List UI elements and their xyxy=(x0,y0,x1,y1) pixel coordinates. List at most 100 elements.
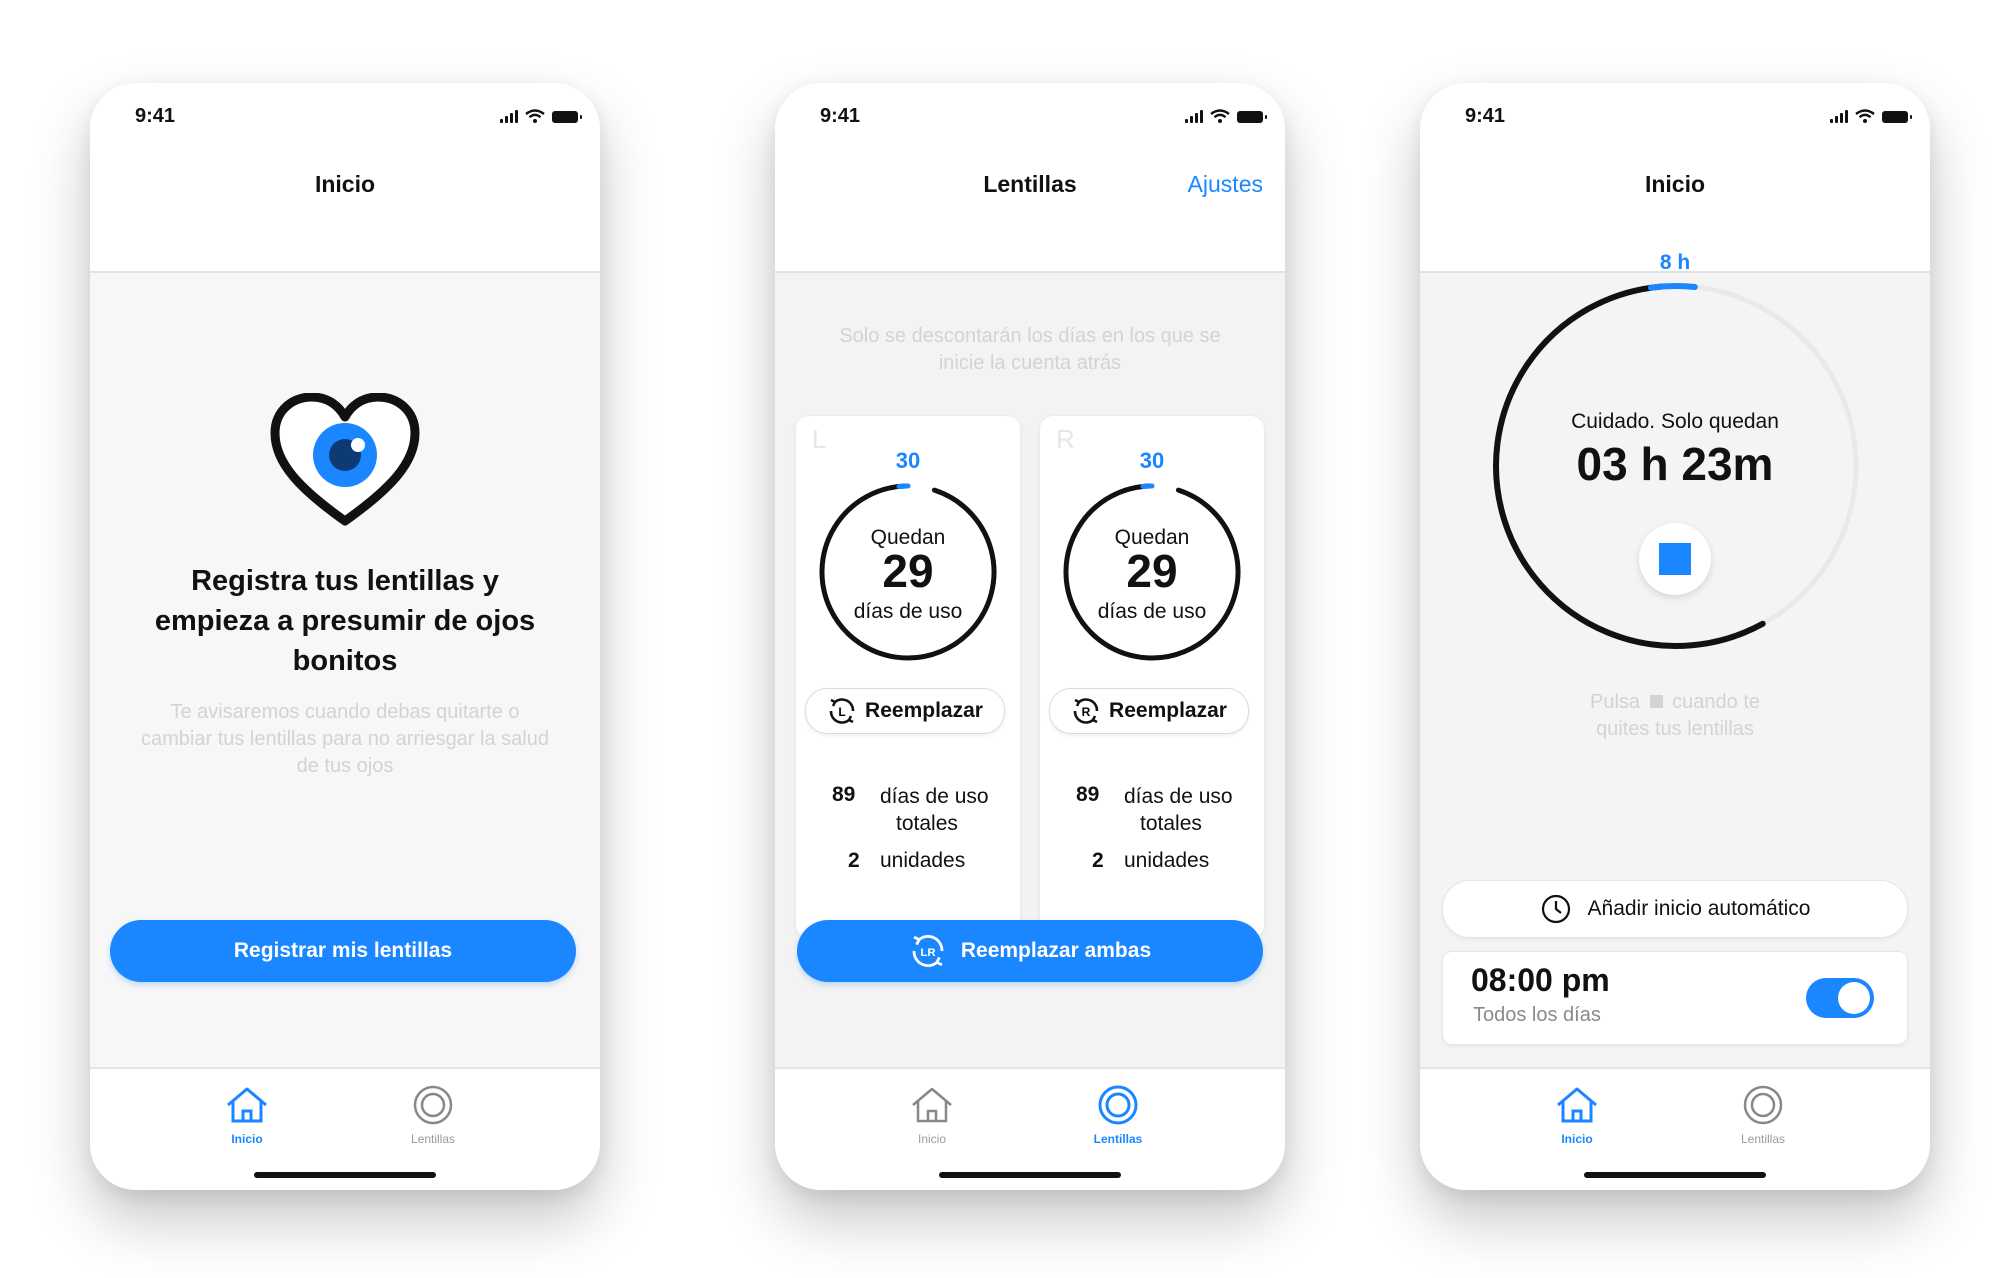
tab-home[interactable]: Inicio xyxy=(872,1085,992,1146)
usage-label-line: totales xyxy=(896,812,958,835)
alarm-toggle[interactable] xyxy=(1806,978,1874,1018)
tab-bar: Inicio Lentillas xyxy=(1420,1067,1930,1190)
clock-icon xyxy=(1541,894,1570,924)
alarm-row: 08:00 pm Todos los días xyxy=(1442,951,1908,1045)
tab-home[interactable]: Inicio xyxy=(1517,1085,1637,1146)
timer-max: 8 h xyxy=(1659,251,1691,274)
phone-screen-home-timer: 9:41 Inicio 8 h Cuidado. Solo quedan 03 … xyxy=(1420,83,1930,1190)
remaining-days: 29 xyxy=(1126,545,1178,597)
phone-screen-lenses: 9:41 Lentillas Ajustes Solo se descontar… xyxy=(775,83,1285,1190)
add-auto-start-button[interactable]: Añadir inicio automático xyxy=(1442,880,1908,938)
signal-icon xyxy=(1830,109,1848,123)
units-label: unidades xyxy=(1124,849,1210,872)
usage-count: 89 xyxy=(1076,783,1100,806)
subtitle-line: Te avisaremos cuando debas quitarte o xyxy=(170,701,520,723)
replace-both-label: Reemplazar ambas xyxy=(960,939,1152,962)
wifi-icon xyxy=(1210,109,1230,123)
signal-icon xyxy=(1185,109,1203,123)
countdown-note: Solo se descontarán los días en los que … xyxy=(775,323,1285,377)
nav-bar: Inicio xyxy=(90,153,600,273)
remaining-unit: días de uso xyxy=(853,600,963,623)
lens-icon xyxy=(1743,1085,1783,1125)
alarm-repeat: Todos los días xyxy=(1473,1004,1601,1026)
stop-glyph-icon xyxy=(1649,695,1663,708)
usage-label-line: días de uso xyxy=(1124,785,1233,808)
lens-card-left: L 30 Quedan 29 días de uso L Reemplazar … xyxy=(795,415,1021,939)
page-title: Inicio xyxy=(1644,171,1706,197)
usage-label: días de uso totales xyxy=(1124,783,1233,837)
usage-label-line: totales xyxy=(1140,812,1202,835)
headline-line: empieza a presumir de ojos xyxy=(154,605,536,637)
hint-text: cuando te xyxy=(1672,691,1760,713)
tab-home[interactable]: Inicio xyxy=(187,1085,307,1146)
tab-home-label: Inicio xyxy=(1561,1132,1593,1146)
phone-screen-home-empty: 9:41 Inicio Registra tus lentillas y emp… xyxy=(90,83,600,1190)
tab-lenses-label: Lentillas xyxy=(1093,1132,1143,1146)
replace-icon-letter: R xyxy=(1082,705,1091,719)
battery-icon xyxy=(552,111,582,123)
replace-icon: R xyxy=(1073,698,1099,724)
subtitle: Te avisaremos cuando debas quitarte o ca… xyxy=(90,699,600,780)
tab-lenses[interactable]: Lentillas xyxy=(1703,1085,1823,1146)
units-count: 2 xyxy=(1092,849,1104,872)
tab-bar: Inicio Lentillas xyxy=(775,1067,1285,1190)
battery-icon xyxy=(1882,111,1912,123)
tab-home-label: Inicio xyxy=(917,1132,946,1146)
replace-both-icon: LR xyxy=(912,935,944,967)
units-count: 2 xyxy=(848,849,860,872)
stop-hint-line: quites tus lentillas xyxy=(1596,718,1754,740)
subtitle-line: cambiar tus lentillas para no arriesgar … xyxy=(141,728,549,750)
heart-eye-icon xyxy=(270,393,420,526)
alarm-time: 08:00 pm xyxy=(1471,962,1610,998)
replace-both-button[interactable]: LR Reemplazar ambas xyxy=(797,920,1263,982)
wifi-icon xyxy=(525,109,545,123)
tab-lenses-label: Lentillas xyxy=(410,1132,456,1146)
replace-icon: L xyxy=(829,698,855,724)
battery-icon xyxy=(1237,111,1267,123)
tab-lenses[interactable]: Lentillas xyxy=(373,1085,493,1146)
stop-hint: Pulsa cuando te quites tus lentillas xyxy=(1420,689,1930,743)
status-bar: 9:41 xyxy=(90,83,600,153)
home-indicator xyxy=(254,1172,436,1178)
remaining-days: 29 xyxy=(882,545,934,597)
status-bar: 9:41 xyxy=(775,83,1285,153)
replace-right-button[interactable]: R Reemplazar xyxy=(1049,688,1249,734)
timer-warning: Cuidado. Solo quedan xyxy=(1571,410,1779,433)
replace-label: Reemplazar xyxy=(1109,699,1227,722)
usage-label: días de uso totales xyxy=(880,783,989,837)
home-indicator xyxy=(939,1172,1121,1178)
home-icon xyxy=(227,1087,267,1123)
note-line: inicie la cuenta atrás xyxy=(938,352,1122,374)
total-days: 30 xyxy=(1139,448,1165,473)
register-lenses-button[interactable]: Registrar mis lentillas xyxy=(110,920,576,982)
tab-lenses[interactable]: Lentillas xyxy=(1058,1085,1178,1146)
home-indicator xyxy=(1584,1172,1766,1178)
headline: Registra tus lentillas y empieza a presu… xyxy=(90,561,600,681)
total-days: 30 xyxy=(895,448,921,473)
replace-left-button[interactable]: L Reemplazar xyxy=(805,688,1005,734)
usage-count: 89 xyxy=(832,783,856,806)
status-time: 9:41 xyxy=(820,105,861,127)
lens-card-right: R 30 Quedan 29 días de uso R Reemplazar … xyxy=(1039,415,1265,939)
replace-label: Reemplazar xyxy=(865,699,983,722)
lens-icon xyxy=(1098,1085,1138,1125)
replace-icon-letter: L xyxy=(838,705,845,719)
signal-icon xyxy=(500,109,518,123)
status-time: 9:41 xyxy=(135,105,176,127)
nav-bar: Lentillas Ajustes xyxy=(775,153,1285,273)
headline-line: Registra tus lentillas y xyxy=(191,565,499,597)
tab-home-label: Inicio xyxy=(231,1132,263,1146)
home-icon xyxy=(1557,1087,1597,1123)
status-time: 9:41 xyxy=(1465,105,1506,127)
home-icon xyxy=(912,1087,952,1123)
stop-icon xyxy=(1659,543,1691,575)
lens-icon xyxy=(413,1085,453,1125)
tab-lenses-label: Lentillas xyxy=(1740,1132,1786,1146)
timer-remaining: 03 h 23m xyxy=(1576,438,1774,490)
wifi-icon xyxy=(1855,109,1875,123)
add-auto-start-label: Añadir inicio automático xyxy=(1587,897,1811,920)
settings-link[interactable]: Ajustes xyxy=(1188,171,1263,198)
replace-both-icon-letters: LR xyxy=(920,947,935,959)
subtitle-line: de tus ojos xyxy=(296,755,394,777)
stop-button[interactable] xyxy=(1639,523,1711,595)
